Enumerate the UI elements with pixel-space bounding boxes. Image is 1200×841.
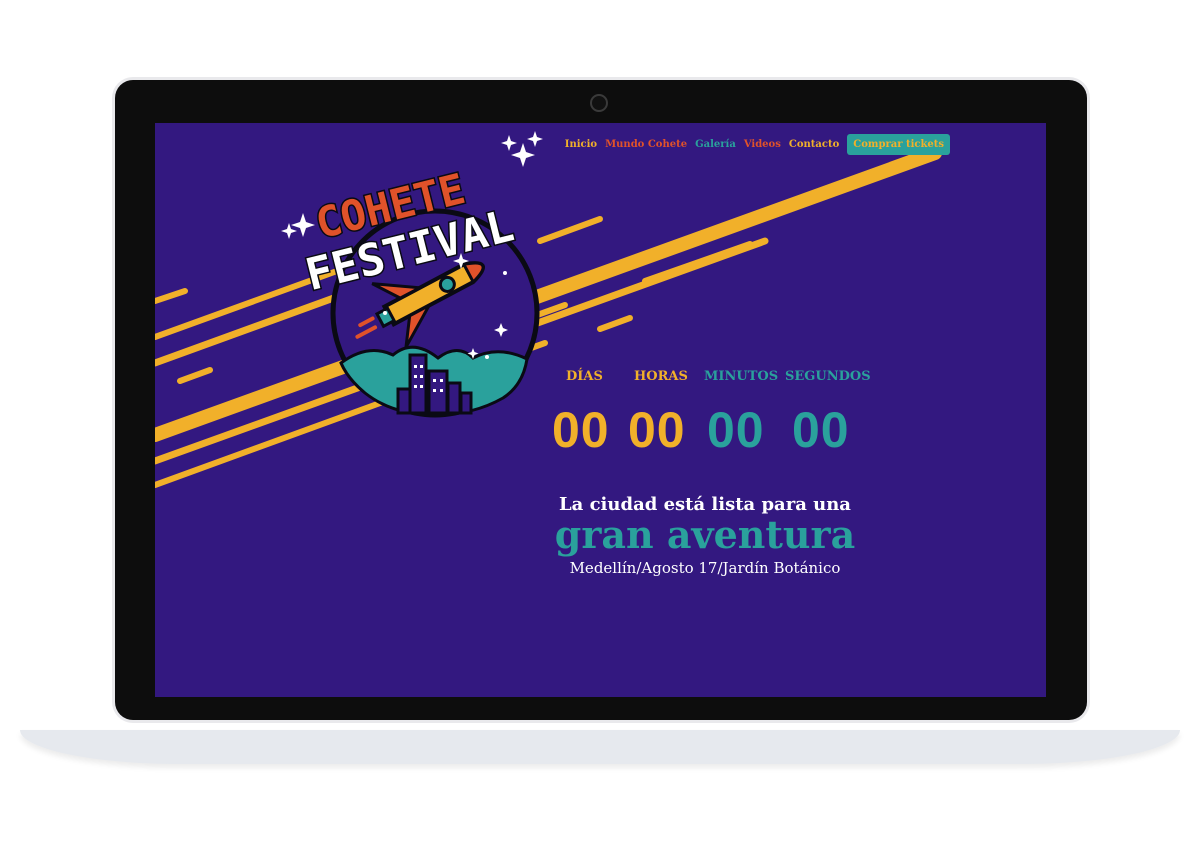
- nav-inicio[interactable]: Inicio: [565, 139, 597, 150]
- days-label: DÍAS: [566, 369, 603, 384]
- seconds-label: SEGUNDOS: [785, 369, 871, 384]
- webcam-icon: [590, 94, 608, 112]
- nav-galeria[interactable]: Galería: [695, 139, 736, 150]
- laptop-base: [20, 730, 1180, 764]
- cohete-festival-logo: COHETE FESTIVAL: [281, 131, 543, 418]
- countdown: DÍAS HORAS MINUTOS SEGUNDOS 00 00 00 00: [550, 369, 871, 461]
- nav-mundo-cohete[interactable]: Mundo Cohete: [605, 139, 687, 150]
- hero-line-2: gran aventura: [554, 512, 856, 557]
- countdown-labels: DÍAS HORAS MINUTOS SEGUNDOS: [550, 369, 871, 387]
- countdown-values: 00 00 00 00: [550, 401, 870, 461]
- buy-tickets-button[interactable]: Comprar tickets: [847, 134, 950, 155]
- minutes-label: MINUTOS: [704, 369, 779, 384]
- hours-label: HORAS: [634, 369, 688, 384]
- minutes-value: 00: [707, 402, 765, 458]
- nav-videos[interactable]: Videos: [744, 139, 781, 150]
- website-screen: Inicio Mundo Cohete Galería Videos Conta…: [155, 123, 1046, 697]
- hours-value: 00: [628, 402, 686, 458]
- main-nav: Inicio Mundo Cohete Galería Videos Conta…: [565, 134, 950, 155]
- hero-event-details: Medellín/Agosto 17/Jardín Botánico: [569, 559, 841, 577]
- seconds-value: 00: [792, 402, 850, 458]
- days-value: 00: [552, 402, 610, 458]
- hero-tagline: La ciudad está lista para una gran avent…: [515, 494, 895, 577]
- nav-contacto[interactable]: Contacto: [789, 139, 839, 150]
